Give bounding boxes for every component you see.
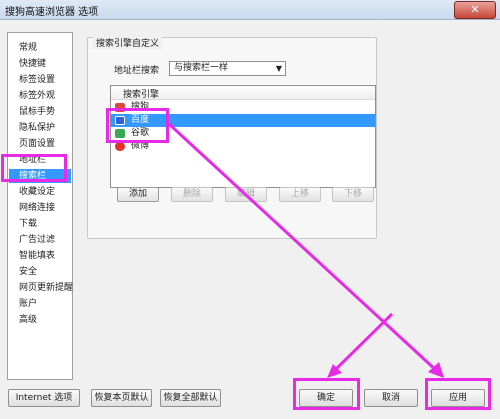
sidebar-item-tab-settings[interactable]: 标签设置 bbox=[19, 73, 55, 87]
sidebar-item-favorites[interactable]: 收藏设定 bbox=[19, 185, 55, 199]
sidebar-item-advanced[interactable]: 高级 bbox=[19, 313, 37, 327]
sidebar-item-page-settings[interactable]: 页面设置 bbox=[19, 137, 55, 151]
list-item-label: 百度 bbox=[131, 115, 150, 125]
sidebar-item-ad-filter[interactable]: 广告过滤 bbox=[19, 233, 55, 247]
group-title: 搜索引擎自定义 bbox=[93, 36, 163, 49]
window-title: 搜狗高速浏览器 选项 bbox=[5, 7, 99, 18]
sidebar-item-address-bar[interactable]: 地址栏 bbox=[19, 153, 46, 167]
list-item-label: 搜狗 bbox=[131, 102, 150, 112]
sidebar-item-mouse-gestures[interactable]: 鼠标手势 bbox=[19, 105, 55, 119]
baidu-icon bbox=[115, 116, 125, 125]
delete-button[interactable]: 删除 bbox=[171, 187, 213, 202]
sidebar-item-network[interactable]: 网络连接 bbox=[19, 201, 55, 215]
google-icon bbox=[115, 129, 125, 138]
ok-button[interactable]: 确定 bbox=[299, 389, 353, 407]
list-header-label: 搜索引擎 bbox=[123, 90, 160, 100]
sidebar-item-download[interactable]: 下载 bbox=[19, 217, 37, 231]
address-search-value: 与搜索栏一样 bbox=[174, 63, 229, 73]
sidebar-item-page-update-alert[interactable]: 网页更新提醒 bbox=[19, 281, 73, 295]
options-window: 常规 快捷键 标签设置 标签外观 鼠标手势 隐私保护 页面设置 地址栏 搜索栏 … bbox=[0, 20, 500, 419]
internet-options-button[interactable]: Internet 选项 bbox=[8, 389, 80, 407]
close-button[interactable]: ✕ bbox=[454, 1, 496, 19]
move-up-button[interactable]: 上移 bbox=[279, 187, 321, 202]
cancel-button[interactable]: 取消 bbox=[364, 389, 418, 407]
edit-button[interactable]: 编辑 bbox=[225, 187, 267, 202]
title-bar: 搜狗高速浏览器 选项 ✕ bbox=[0, 0, 500, 20]
search-engine-list[interactable]: 搜索引擎 搜狗 百度 谷歌 微博 bbox=[110, 85, 376, 188]
list-item-sogou[interactable]: 搜狗 bbox=[111, 101, 375, 114]
sidebar-nav: 常规 快捷键 标签设置 标签外观 鼠标手势 隐私保护 页面设置 地址栏 搜索栏 … bbox=[7, 32, 73, 380]
sidebar-item-search-bar[interactable]: 搜索栏 bbox=[9, 169, 71, 183]
sidebar-item-security[interactable]: 安全 bbox=[19, 265, 37, 279]
move-down-button[interactable]: 下移 bbox=[332, 187, 374, 202]
weibo-icon bbox=[115, 142, 125, 151]
chevron-down-icon: ▼ bbox=[275, 64, 282, 73]
sidebar-item-autofill[interactable]: 智能填表 bbox=[19, 249, 55, 263]
sidebar-item-privacy[interactable]: 隐私保护 bbox=[19, 121, 55, 135]
sidebar-item-general[interactable]: 常规 bbox=[19, 41, 37, 55]
list-item-weibo[interactable]: 微博 bbox=[111, 140, 375, 153]
list-item-label: 谷歌 bbox=[131, 128, 150, 138]
sogou-icon bbox=[115, 103, 125, 112]
sidebar-item-tab-appearance[interactable]: 标签外观 bbox=[19, 89, 55, 103]
list-item-baidu[interactable]: 百度 bbox=[111, 114, 375, 127]
list-header: 搜索引擎 bbox=[111, 86, 375, 100]
list-item-label: 微博 bbox=[131, 141, 150, 151]
sidebar-item-shortcuts[interactable]: 快捷键 bbox=[19, 57, 46, 71]
apply-button[interactable]: 应用 bbox=[431, 389, 485, 407]
list-item-google[interactable]: 谷歌 bbox=[111, 127, 375, 140]
address-search-select[interactable]: 与搜索栏一样 ▼ bbox=[169, 61, 286, 76]
sidebar-item-account[interactable]: 账户 bbox=[19, 297, 37, 311]
address-search-label: 地址栏搜索 bbox=[114, 66, 160, 76]
restore-all-defaults-button[interactable]: 恢复全部默认 bbox=[160, 389, 221, 407]
restore-page-defaults-button[interactable]: 恢复本页默认 bbox=[91, 389, 152, 407]
add-button[interactable]: 添加 bbox=[117, 187, 159, 202]
